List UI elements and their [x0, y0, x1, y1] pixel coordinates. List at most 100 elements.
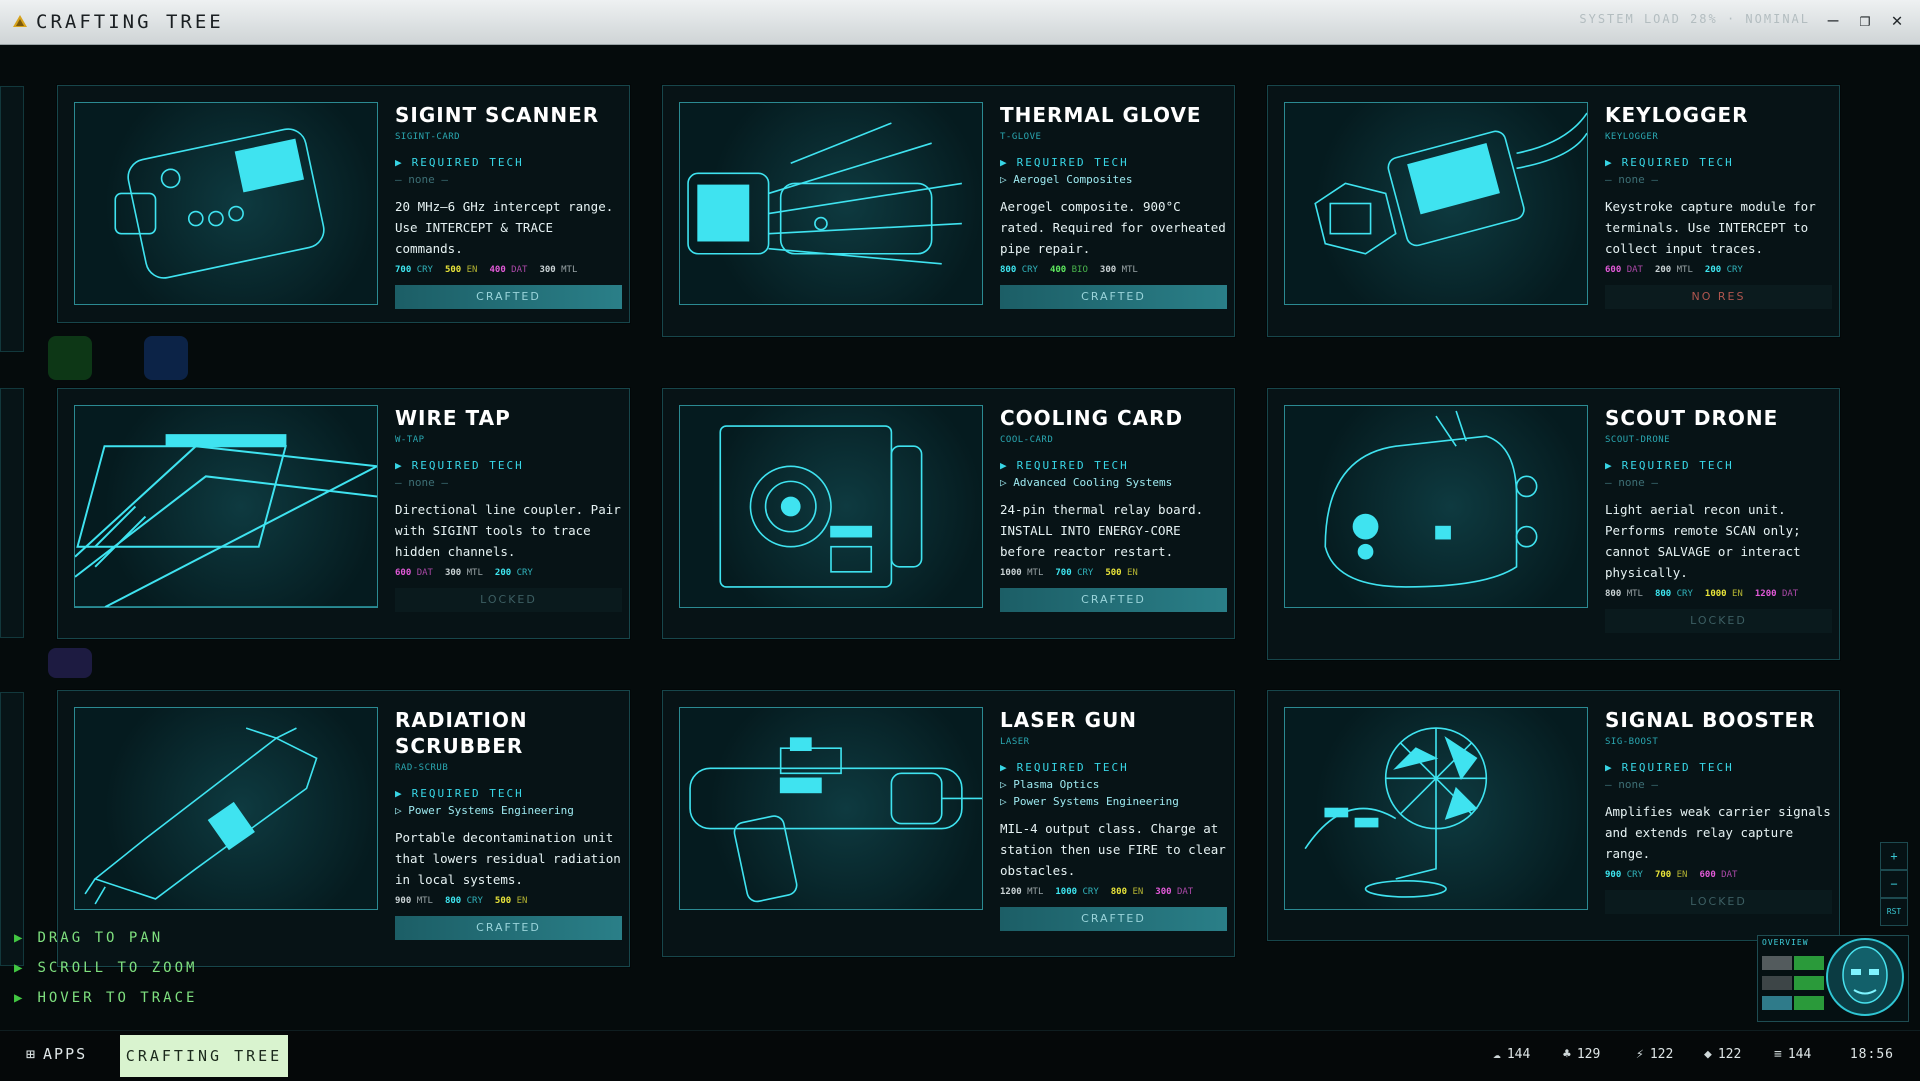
minimap-tile — [1794, 996, 1824, 1010]
card-info: COOLING CARD COOL-CARD ▶ REQUIRED TECH ▷ … — [1000, 405, 1228, 612]
item-name: COOLING CARD — [1000, 406, 1184, 430]
item-blueprint-image — [689, 737, 982, 903]
card-info: SIGINT SCANNER SIGINT-CARD ▶ REQUIRED TEC… — [395, 102, 623, 309]
window-title: CRAFTING TREE — [36, 11, 224, 33]
resource-cost: 500 EN — [444, 265, 478, 275]
ai-assistant-avatar-icon[interactable] — [1824, 935, 1906, 1020]
minimap-tile — [1794, 976, 1824, 990]
recipe-card[interactable]: SIGINT SCANNER SIGINT-CARD ▶ REQUIRED TEC… — [57, 85, 630, 323]
required-tech-item: ▷ Aerogel Composites — [1000, 173, 1133, 186]
data-stack-icon: ≡ — [1774, 1047, 1782, 1062]
craft-status-button[interactable]: LOCKED — [1605, 890, 1832, 914]
resource-cost: 1200 MTL — [1000, 887, 1044, 897]
taskbar: ⊞ APPS CRAFTING TREE ☁ 144 ♣ 129 ⚡ 122 ◆ 122 ≡ 144… — [0, 1030, 1920, 1081]
item-code: LASER — [1000, 737, 1030, 747]
item-thumbnail — [1284, 102, 1588, 305]
recipe-card[interactable]: RADIATION SCRUBBER RAD-SCRUB ▶ REQUIRED T… — [57, 690, 630, 967]
item-code: RAD-SCRUB — [395, 763, 449, 773]
craft-status-button[interactable]: CRAFTED — [1000, 285, 1227, 309]
card-info: THERMAL GLOVE T-GLOVE ▶ REQUIRED TECH ▷ A… — [1000, 102, 1228, 309]
resource-cost: 300 DAT — [1155, 887, 1194, 897]
required-tech-header: ▶ REQUIRED TECH — [395, 787, 524, 800]
item-thumbnail — [1284, 707, 1588, 910]
crystal-icon: ◆ — [1704, 1047, 1712, 1062]
minimap-tile — [1762, 956, 1792, 970]
triangle-right-icon: ▶ — [1605, 761, 1614, 774]
item-thumbnail — [1284, 405, 1588, 608]
zoom-in-button[interactable]: + — [1880, 842, 1908, 870]
item-name: SIGNAL BOOSTER — [1605, 708, 1816, 732]
craft-status-button[interactable]: NO RES — [1605, 285, 1832, 309]
maximize-button[interactable]: ❐ — [1852, 8, 1878, 34]
recipe-card[interactable]: WIRE TAP W-TAP ▶ REQUIRED TECH — none — D… — [57, 388, 630, 639]
craft-status-button[interactable]: CRAFTED — [1000, 588, 1227, 612]
resource-cost: 800 CRY — [1654, 589, 1693, 599]
recipe-card[interactable]: COOLING CARD COOL-CARD ▶ REQUIRED TECH ▷ … — [662, 388, 1235, 639]
triangle-right-icon: ▶ — [1000, 156, 1009, 169]
cost-row: 600 DAT 300 MTL 200 CRY — [395, 568, 623, 578]
minimap-tile — [1762, 976, 1792, 990]
resource-cost: 200 CRY — [494, 568, 533, 578]
card-info: RADIATION SCRUBBER RAD-SCRUB ▶ REQUIRED T… — [395, 707, 623, 940]
system-load: SYSTEM LOAD 28% · NOMINAL — [1579, 12, 1810, 26]
required-tech-item: ▷ Power Systems Engineering — [395, 804, 574, 817]
recipe-card[interactable]: THERMAL GLOVE T-GLOVE ▶ REQUIRED TECH ▷ A… — [662, 85, 1235, 337]
required-tech-header: ▶ REQUIRED TECH — [1605, 459, 1734, 472]
resource-cost: 400 BIO — [1049, 265, 1088, 275]
outline-triangle-icon: ▷ — [395, 804, 409, 817]
item-blueprint-image — [75, 434, 377, 607]
resource-cost: 900 CRY — [1605, 870, 1643, 880]
recipe-card[interactable]: SCOUT DRONE SCOUT-DRONE ▶ REQUIRED TECH —… — [1267, 388, 1840, 660]
item-thumbnail — [74, 102, 378, 305]
required-tech-header: ▶ REQUIRED TECH — [1605, 156, 1734, 169]
cloud-icon: ☁ — [1493, 1047, 1501, 1062]
item-description: 24-pin thermal relay board. INSTALL INTO… — [1000, 502, 1204, 559]
zoom-reset-button[interactable]: RST — [1880, 898, 1908, 926]
resource-counter: ≡ 144 — [1774, 1047, 1812, 1062]
item-name: SCOUT DRONE — [1605, 406, 1779, 430]
offscreen-card-edge — [0, 388, 24, 638]
resource-cost: 300 MTL — [444, 568, 483, 578]
craft-status-button[interactable]: CRAFTED — [1000, 907, 1227, 931]
resource-cost: 300 MTL — [1099, 265, 1138, 275]
item-description: Aerogel composite. 900°C rated. Required… — [1000, 199, 1226, 256]
resource-counter: ◆ 122 — [1704, 1047, 1742, 1062]
app-logo-icon — [13, 15, 27, 27]
required-tech-item: ▷ Plasma Optics — [1000, 778, 1100, 791]
resource-counter: ♣ 129 — [1563, 1047, 1601, 1062]
item-name: THERMAL GLOVE — [1000, 103, 1202, 127]
close-button[interactable]: ✕ — [1884, 8, 1910, 34]
item-code: SIGINT-CARD — [395, 132, 461, 142]
resource-cost: 200 CRY — [1704, 265, 1743, 275]
craft-status-button[interactable]: CRAFTED — [395, 916, 622, 940]
required-tech-header: ▶ REQUIRED TECH — [1000, 156, 1129, 169]
item-code: KEYLOGGER — [1605, 132, 1659, 142]
item-description: Amplifies weak carrier signals and exten… — [1605, 804, 1831, 861]
craft-status-button[interactable]: CRAFTED — [395, 285, 622, 309]
craft-status-button[interactable]: LOCKED — [1605, 609, 1832, 633]
recipe-card[interactable]: LASER GUN LASER ▶ REQUIRED TECH ▷ Plasma … — [662, 690, 1235, 957]
zoom-out-button[interactable]: − — [1880, 870, 1908, 898]
apps-button[interactable]: ⊞ APPS — [26, 1045, 87, 1063]
task-crafting-tree[interactable]: CRAFTING TREE — [120, 1035, 288, 1077]
play-icon: ▶ — [14, 990, 26, 1006]
triangle-right-icon: ▶ — [1000, 761, 1009, 774]
resource-counter: ☁ 144 — [1493, 1047, 1531, 1062]
required-tech-item: — none — — [395, 173, 448, 186]
outline-triangle-icon: ▷ — [1000, 795, 1014, 808]
plant-icon: ♣ — [1563, 1047, 1571, 1062]
craft-status-button[interactable]: LOCKED — [395, 588, 622, 612]
item-thumbnail — [679, 405, 983, 608]
minimize-button[interactable]: – — [1820, 8, 1846, 34]
item-blueprint-image — [1314, 112, 1587, 255]
item-description: 20 MHz–6 GHz intercept range. Use INTERC… — [395, 199, 614, 256]
item-thumbnail — [74, 707, 378, 910]
recipe-card[interactable]: KEYLOGGER KEYLOGGER ▶ REQUIRED TECH — non… — [1267, 85, 1840, 337]
item-name: SIGINT SCANNER — [395, 103, 600, 127]
play-icon: ▶ — [14, 960, 26, 976]
resource-cost: 900 MTL — [395, 896, 433, 906]
cost-row: 1200 MTL 1000 CRY 800 EN 300 DAT — [1000, 887, 1228, 897]
resource-cost: 300 MTL — [539, 265, 578, 275]
recipe-card[interactable]: SIGNAL BOOSTER SIG-BOOST ▶ REQUIRED TECH … — [1267, 690, 1840, 941]
item-description: MIL-4 output class. Charge at station th… — [1000, 821, 1226, 878]
